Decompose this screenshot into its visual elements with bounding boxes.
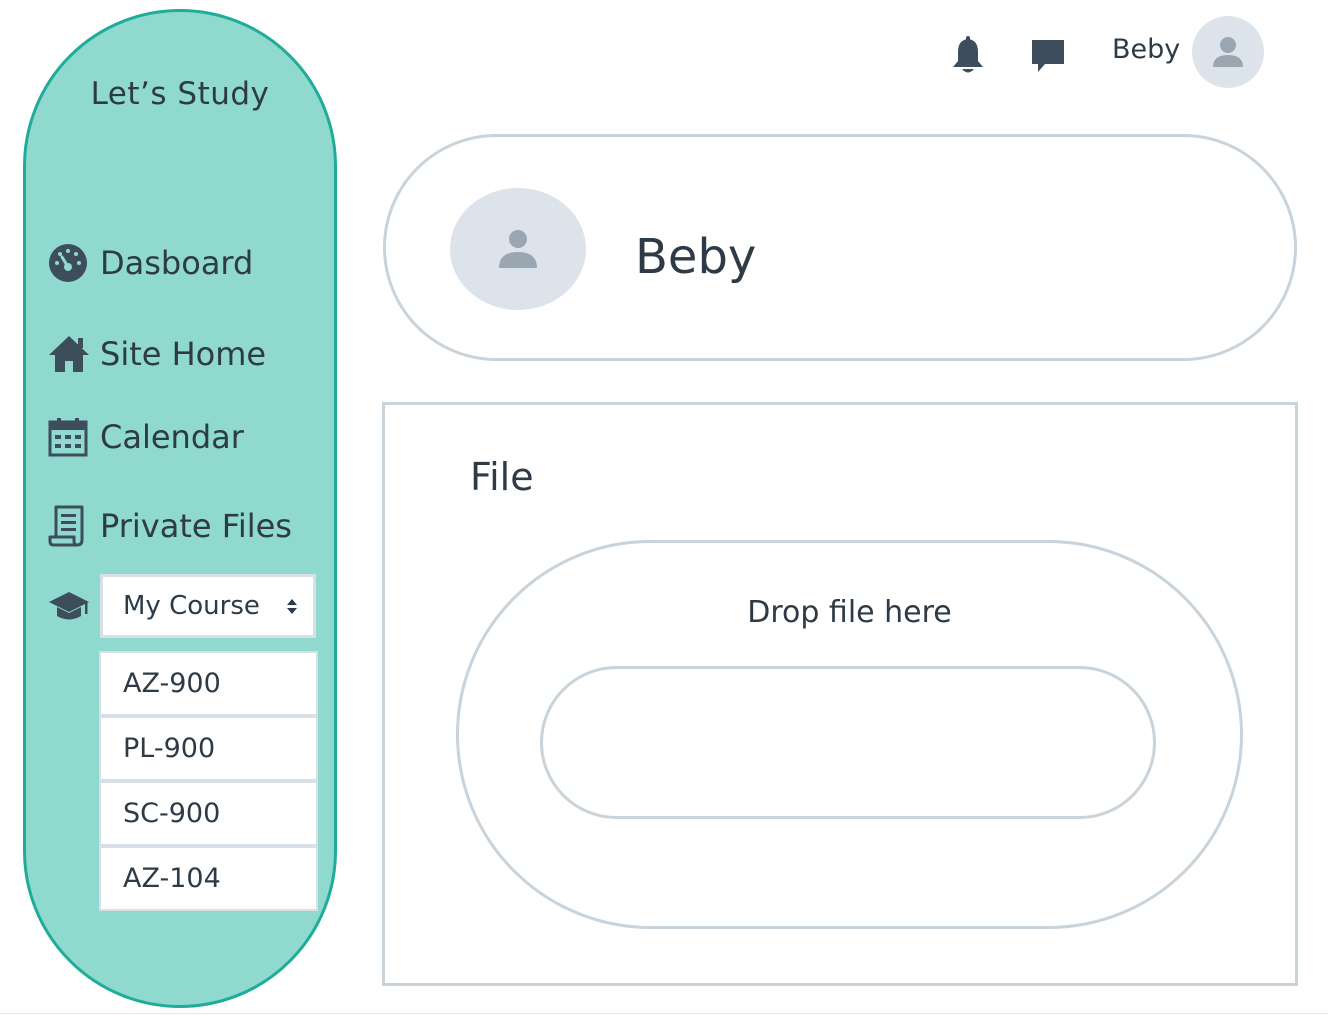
divider [0,1013,1328,1014]
page: Let’s Study Dasboard Site Home Calendar … [0,0,1328,1016]
bell-icon[interactable] [950,36,986,76]
chat-icon[interactable] [1030,38,1066,74]
course-option[interactable]: PL-900 [101,718,316,779]
course-dropdown-list: AZ-900 PL-900 SC-900 AZ-104 [99,651,318,911]
graduation-cap-icon [48,590,90,632]
course-option[interactable]: AZ-900 [101,653,316,714]
course-option[interactable]: AZ-104 [101,848,316,909]
drop-zone-label: Drop file here [747,595,952,630]
file-panel-title: File [470,455,534,499]
drop-target-area[interactable] [540,666,1156,819]
sidebar-item-calendar[interactable]: Calendar [48,415,244,459]
sidebar-item-label: Calendar [100,418,244,456]
course-select[interactable]: My Course [100,574,316,638]
profile-name: Beby [635,229,757,285]
profile-avatar-icon[interactable] [450,188,586,310]
dashboard-gauge-icon [48,242,90,284]
user-avatar-icon[interactable] [1192,16,1264,88]
course-select-label: My Course [123,591,260,621]
sidebar: Let’s Study Dasboard Site Home Calendar … [23,9,337,1008]
top-user-name[interactable]: Beby [1112,34,1180,65]
profile-card: Beby [383,134,1297,361]
home-icon [48,333,90,375]
sidebar-item-site-home[interactable]: Site Home [48,332,266,376]
file-panel: File Drop file here [382,402,1298,986]
sidebar-item-label: Dasboard [100,244,254,282]
calendar-icon [48,416,90,458]
brand-title: Let’s Study [90,76,270,112]
sidebar-item-label: Private Files [100,507,292,545]
sidebar-item-dashboard[interactable]: Dasboard [48,241,253,285]
sidebar-item-label: Site Home [100,335,267,373]
sort-arrows-icon [287,598,297,614]
document-icon [48,505,90,547]
file-drop-zone[interactable]: Drop file here [456,540,1243,929]
sidebar-item-private-files[interactable]: Private Files [48,504,292,548]
course-option[interactable]: SC-900 [101,783,316,844]
